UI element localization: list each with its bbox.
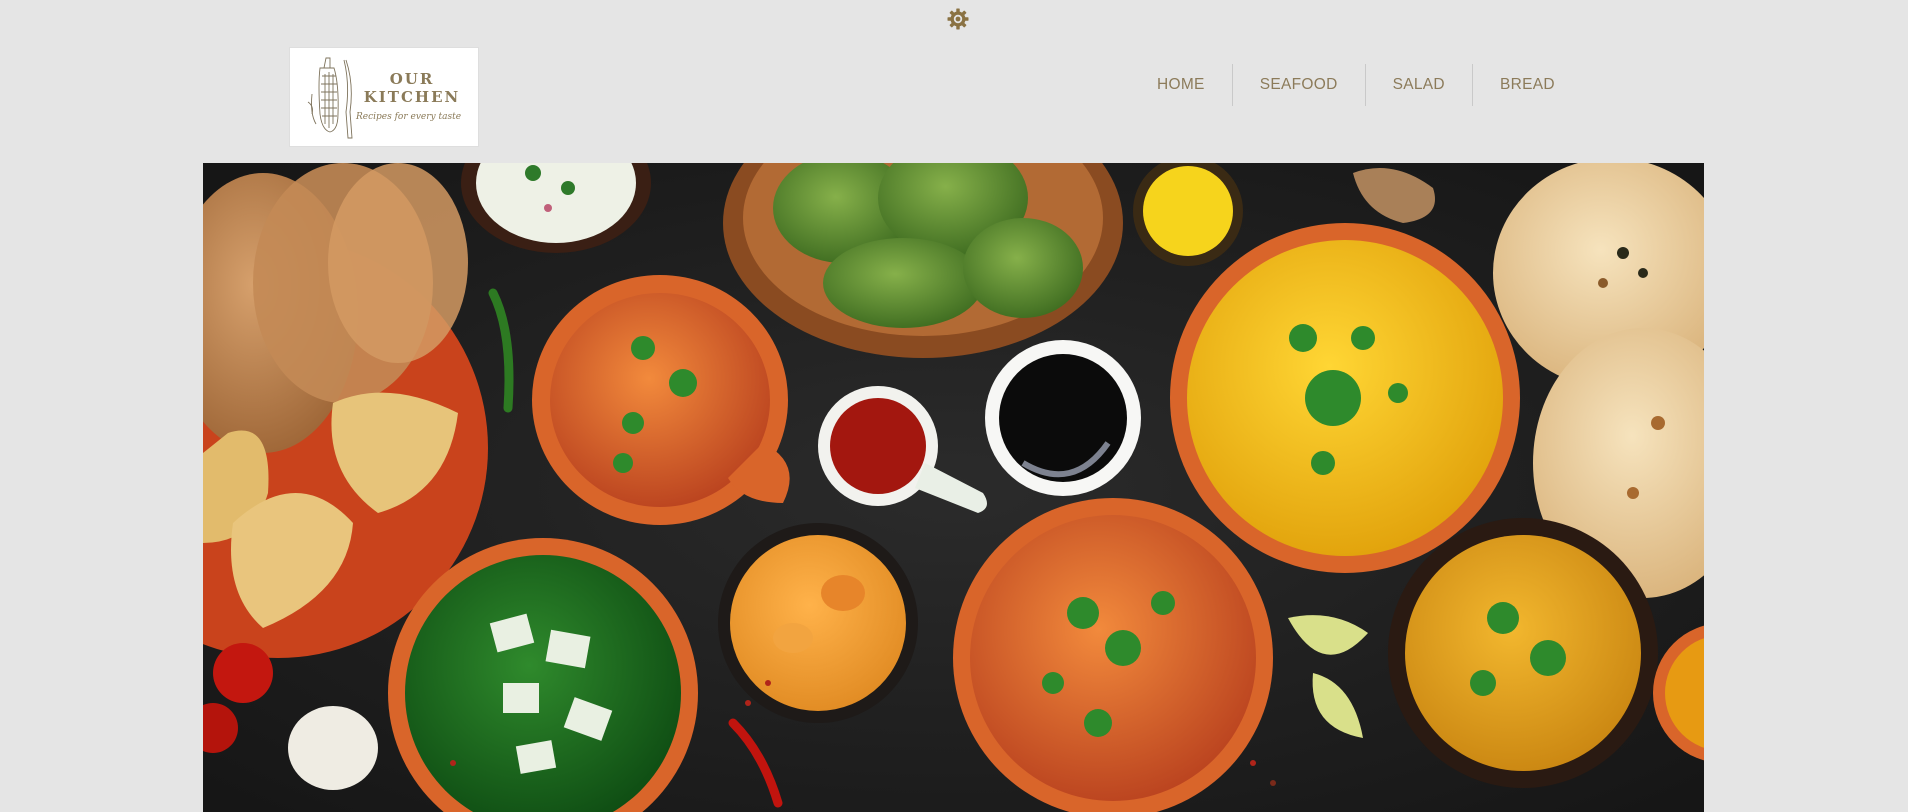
page: OUR KITCHEN Recipes for every taste HOME…	[0, 0, 1908, 812]
hero-food-image	[203, 163, 1704, 812]
logo-tagline: Recipes for every taste	[356, 112, 462, 122]
nav-seafood-link[interactable]: SEAFOOD	[1231, 64, 1365, 106]
main-nav: HOME SEAFOOD SALAD BREAD	[1130, 64, 1582, 106]
gear-icon[interactable]	[946, 7, 970, 31]
nav-bread-link[interactable]: BREAD	[1471, 64, 1582, 106]
site-logo[interactable]: OUR KITCHEN Recipes for every taste	[289, 47, 479, 147]
nav-home-link[interactable]: HOME	[1130, 64, 1232, 106]
nav-salad-link[interactable]: SALAD	[1364, 64, 1472, 106]
logo-title: OUR KITCHEN	[363, 70, 461, 106]
